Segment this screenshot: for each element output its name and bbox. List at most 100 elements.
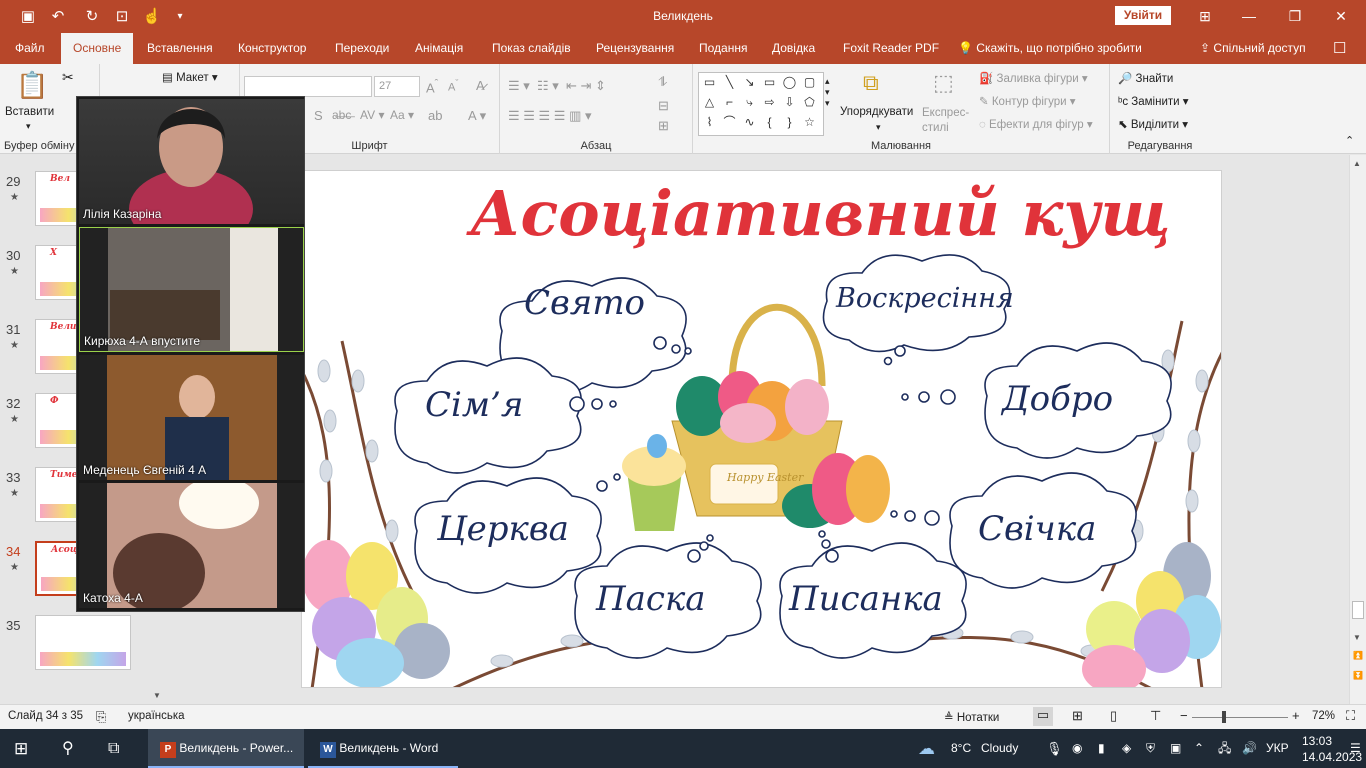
previous-slide-icon[interactable]: ⏫ <box>1353 651 1363 660</box>
zoom-video-panel[interactable]: Лілія Казаріна Кирюха 4-А впустите Меден… <box>76 96 305 612</box>
next-slide-icon[interactable]: ⏬ <box>1353 671 1363 680</box>
cloud-icon[interactable]: ☁ <box>918 729 935 768</box>
zoom-slider[interactable] <box>1192 717 1288 718</box>
share-button[interactable]: ⇪ Спільний доступ <box>1200 33 1306 64</box>
change-case-icon[interactable]: Aa ▾ <box>390 108 414 122</box>
maximize-button[interactable]: ❐ <box>1280 6 1310 26</box>
strikethrough-icon[interactable]: a̶b̶c̶ <box>332 108 351 122</box>
close-button[interactable]: ✕ <box>1326 6 1356 26</box>
tell-me-box[interactable]: 💡 Скажіть, що потрібно зробити <box>958 33 1142 64</box>
video-tile-1[interactable]: Лілія Казаріна <box>79 99 304 224</box>
sign-in-button[interactable]: Увійти <box>1115 6 1171 25</box>
zoom-out-icon[interactable]: − <box>1180 708 1188 723</box>
elbow-shape-icon[interactable]: ⌐ <box>721 94 738 111</box>
curve-shape-icon[interactable]: ∿ <box>741 114 758 131</box>
scroll-up-icon[interactable]: ▲ <box>1353 159 1361 168</box>
tab-home[interactable]: Основне <box>61 33 134 64</box>
zoom-level[interactable]: 72% <box>1312 710 1335 722</box>
shape-fill-button[interactable]: ⛽ Заливка фігури ▾ <box>979 71 1088 85</box>
quick-styles-icon[interactable]: ⬚ <box>933 70 954 96</box>
fit-to-window-icon[interactable]: ⛶ <box>1346 708 1355 724</box>
battery-icon[interactable]: ▮ <box>1098 729 1105 768</box>
shrink-font-icon[interactable]: Aˇ <box>448 78 458 94</box>
zoom-in-icon[interactable]: + <box>1292 708 1300 723</box>
taskbar-word[interactable]: W Великдень - Word <box>308 729 458 768</box>
security-icon[interactable]: ⛨ <box>1146 729 1155 768</box>
tab-help[interactable]: Довідка <box>772 33 815 64</box>
arc-shape-icon[interactable]: ⌒ <box>721 114 738 131</box>
network-icon[interactable]: 🖧 <box>1218 729 1231 768</box>
star-shape-icon[interactable]: ☆ <box>801 114 818 131</box>
right-brace-shape-icon[interactable]: } <box>781 114 798 131</box>
comments-icon[interactable]: ☐ <box>1333 33 1346 64</box>
zoom-tray-icon[interactable]: ◉ <box>1072 729 1082 768</box>
line-shape-icon[interactable]: ╲ <box>721 74 738 91</box>
reading-view-icon[interactable]: ▯ <box>1110 708 1117 724</box>
notes-button[interactable]: ≜ Нотатки <box>944 710 999 724</box>
smartart-icon[interactable]: ⊞ <box>658 118 669 134</box>
microphone-icon[interactable]: 🎙 <box>1046 729 1063 768</box>
char-spacing-icon[interactable]: AV ▾ <box>360 108 384 122</box>
rectangle-shape-icon[interactable]: ▭ <box>761 74 778 91</box>
align-text-icon[interactable]: ⊟ <box>658 98 669 114</box>
shape-effects-button[interactable]: ◌ Ефекти для фігур ▾ <box>979 117 1093 131</box>
highlight-icon[interactable]: ab <box>428 108 442 123</box>
pentagon-shape-icon[interactable]: ⬠ <box>801 94 818 111</box>
video-tile-4[interactable]: Катоха 4-А <box>79 483 304 608</box>
text-direction-icon[interactable]: ⥮ <box>658 74 667 90</box>
find-button[interactable]: 🔎 Знайти <box>1118 71 1173 85</box>
tab-view[interactable]: Подання <box>699 33 747 64</box>
cut-icon[interactable]: ✂ <box>62 69 74 86</box>
search-icon[interactable]: ⚲ <box>62 729 74 768</box>
ribbon-display-icon[interactable]: ⊞ <box>1190 6 1220 26</box>
notifications-icon[interactable]: ☰ <box>1350 729 1361 768</box>
select-button[interactable]: ⬉ Виділити ▾ <box>1118 117 1188 131</box>
layout-button[interactable]: ▤ Макет ▾ <box>162 70 218 84</box>
shapes-gallery[interactable]: ▭ ╲ ↘ ▭ ◯ ▢ △ ⌐ ⤷ ⇨ ⇩ ⬠ ⌇ ⌒ ∿ { } ☆ <box>698 72 824 136</box>
video-tile-2[interactable]: Кирюха 4-А впустите <box>79 227 304 352</box>
scroll-thumb[interactable] <box>1352 601 1364 619</box>
spellcheck-icon[interactable]: ⎘ <box>96 709 106 725</box>
clock-time[interactable]: 13:03 <box>1302 733 1332 749</box>
grow-font-icon[interactable]: Aˆ <box>426 78 438 95</box>
scroll-down-icon[interactable]: ▼ <box>153 691 161 700</box>
rounded-rect-shape-icon[interactable]: ▢ <box>801 74 818 91</box>
weather-temp[interactable]: 8°C <box>951 729 971 768</box>
paste-button[interactable]: Вставити <box>5 106 54 118</box>
font-size-field[interactable]: 27 <box>374 76 420 97</box>
tab-slideshow[interactable]: Показ слайдів <box>492 33 571 64</box>
triangle-shape-icon[interactable]: △ <box>701 94 718 111</box>
down-arrow-shape-icon[interactable]: ⇩ <box>781 94 798 111</box>
arrange-button[interactable]: Упорядкувати <box>840 106 913 118</box>
shapes-more-icon[interactable]: ▴ ▾ ▾ <box>825 76 830 109</box>
clear-format-icon[interactable]: A̷ <box>476 78 485 93</box>
video-tile-3[interactable]: Меденець Євгеній 4 А <box>79 355 304 480</box>
align-icons[interactable]: ☰ ☰ ☰ ☰ ▥ ▾ <box>508 108 591 124</box>
freeform-shape-icon[interactable]: ⌇ <box>701 114 718 131</box>
arrow-shape-icon[interactable]: ↘ <box>741 74 758 91</box>
quick-styles-button[interactable]: Експрес-стилі <box>922 106 974 136</box>
scroll-down-icon[interactable]: ▼ <box>1353 633 1361 642</box>
slideshow-icon[interactable]: ⊤ <box>1150 708 1161 724</box>
font-name-field[interactable] <box>244 76 372 97</box>
tab-design[interactable]: Конструктор <box>238 33 306 64</box>
tab-foxit[interactable]: Foxit Reader PDF <box>843 33 939 64</box>
app-tray-icon[interactable]: ◈ <box>1122 729 1131 768</box>
font-color-icon[interactable]: A ▾ <box>468 108 486 124</box>
textbox-shape-icon[interactable]: ▭ <box>701 74 718 91</box>
right-arrow-shape-icon[interactable]: ⇨ <box>761 94 778 111</box>
collapse-ribbon-icon[interactable]: ⌃ <box>1345 134 1354 147</box>
replace-button[interactable]: ᵇc Замінити ▾ <box>1118 94 1189 108</box>
paste-icon[interactable]: 📋 <box>16 70 48 101</box>
tab-review[interactable]: Рецензування <box>596 33 674 64</box>
slide-scrollbar[interactable]: ▲ ▼ ⏫ ⏬ <box>1349 155 1366 704</box>
show-hidden-icons[interactable]: ⌃ <box>1194 729 1204 768</box>
task-view-icon[interactable]: ⧉ <box>108 729 119 768</box>
slide-thumbnail[interactable] <box>35 615 131 670</box>
normal-view-icon[interactable]: ▭ <box>1033 707 1053 726</box>
tray-icon[interactable]: ▣ <box>1170 729 1181 768</box>
tab-insert[interactable]: Вставлення <box>147 33 213 64</box>
zoom-slider-thumb[interactable] <box>1222 711 1226 723</box>
slide-sorter-icon[interactable]: ⊞ <box>1072 708 1083 724</box>
windows-start-icon[interactable]: ⊞ <box>14 729 28 768</box>
